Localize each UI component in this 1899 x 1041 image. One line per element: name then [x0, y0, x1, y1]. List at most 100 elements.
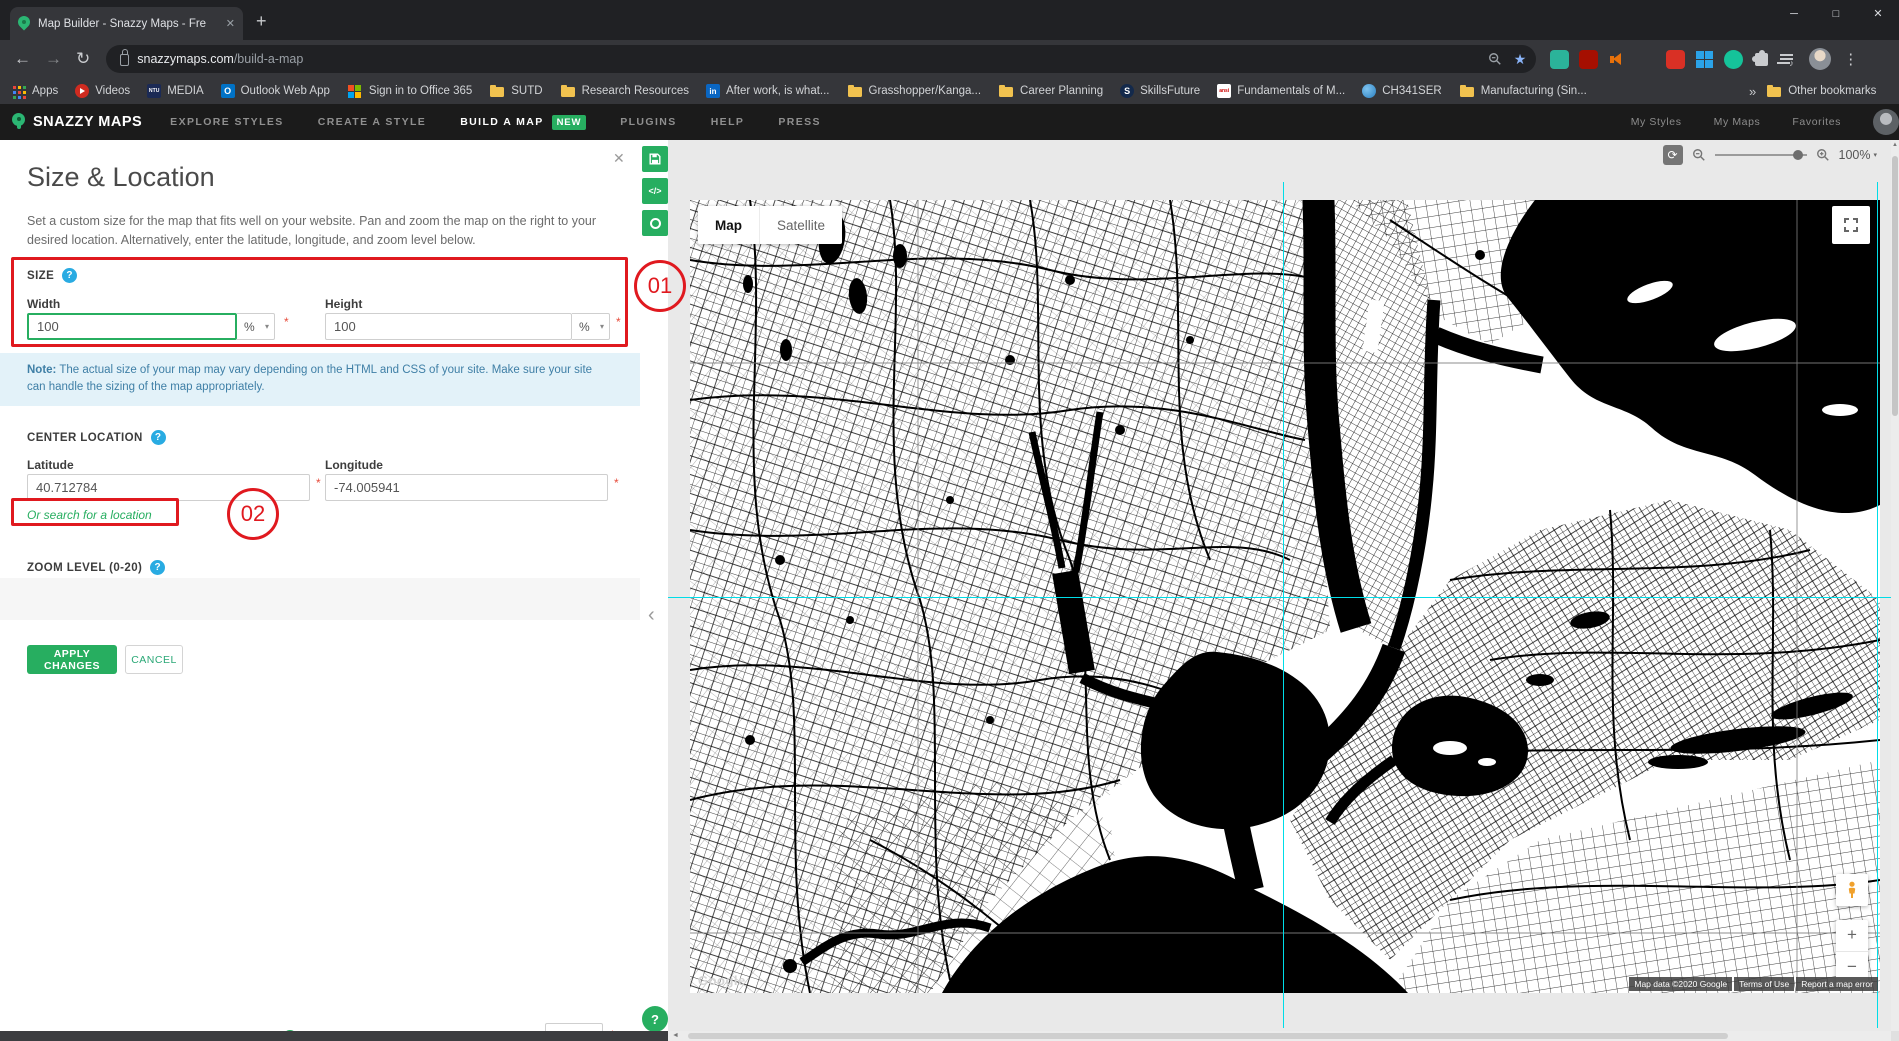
other-bookmarks-button[interactable]: Other bookmarks — [1766, 83, 1876, 99]
bookmark-item[interactable]: Career Planning — [998, 83, 1103, 99]
zoom-out-icon[interactable] — [1692, 148, 1706, 162]
url-path: /build-a-map — [233, 52, 304, 66]
maximize-button[interactable]: □ — [1815, 0, 1857, 30]
zoom-indicator-icon[interactable] — [1488, 52, 1502, 66]
extensions-puzzle-icon[interactable] — [1752, 49, 1769, 66]
bookmark-item[interactable]: Research Resources — [560, 83, 689, 99]
panel-close-icon[interactable]: ✕ — [613, 150, 625, 167]
note-label: Note: — [27, 364, 57, 376]
new-tab-button[interactable]: + — [256, 12, 267, 30]
browser-window: Map Builder - Snazzy Maps - Fre ✕ + ─ □ … — [0, 0, 1899, 1041]
bookmark-item[interactable]: Apps — [10, 83, 58, 99]
address-bar[interactable]: snazzymaps.com /build-a-map ★ — [106, 45, 1537, 73]
map-zoom-in-button[interactable]: + — [1836, 920, 1868, 952]
browser-tab[interactable]: Map Builder - Snazzy Maps - Fre ✕ — [10, 7, 243, 40]
bookmark-item[interactable]: CH341SER — [1362, 84, 1442, 98]
longitude-input[interactable] — [325, 474, 608, 501]
longitude-required-mark: * — [614, 476, 619, 490]
snazzy-pin-favicon-icon — [18, 16, 30, 32]
cancel-button[interactable]: CANCEL — [125, 645, 183, 674]
annotation-step-2: 02 — [227, 488, 279, 540]
center-help-icon[interactable]: ? — [150, 430, 166, 445]
get-code-button[interactable]: </> — [642, 178, 668, 204]
bookmark-item[interactable]: SkillsFuture — [1120, 84, 1200, 98]
map-hscrollbar-thumb[interactable] — [688, 1033, 1728, 1039]
bookmark-label: SUTD — [511, 85, 543, 97]
page-vscrollbar[interactable]: ▲ — [1891, 140, 1899, 1031]
scroll-left-icon[interactable]: ◄ — [672, 1032, 679, 1039]
grammarly-extension-icon[interactable] — [1724, 49, 1744, 69]
sublime-extension-icon[interactable] — [1666, 49, 1686, 69]
bookmark-item[interactable]: Outlook Web App — [220, 84, 330, 98]
windows-extension-icon[interactable] — [1695, 50, 1714, 69]
attribution-link-report-a-map-error[interactable]: Report a map error — [1796, 977, 1878, 991]
bookmark-item[interactable]: MEDIA — [147, 84, 204, 98]
apply-changes-button[interactable]: APPLY CHANGES — [27, 645, 117, 674]
nav-link-explore-styles[interactable]: EXPLORE STYLES — [170, 116, 284, 128]
tab-strip: Map Builder - Snazzy Maps - Fre ✕ + ─ □ … — [0, 0, 1899, 40]
nav-link-create-a-style[interactable]: CREATE A STYLE — [318, 116, 426, 128]
bookmark-item[interactable]: Grasshopper/Kanga... — [847, 83, 981, 99]
close-button[interactable]: ✕ — [1857, 0, 1899, 30]
save-map-button[interactable] — [642, 146, 668, 172]
speaker-extension-icon[interactable] — [1608, 50, 1627, 69]
pegman-button[interactable] — [1836, 874, 1868, 906]
lock-icon — [120, 49, 130, 66]
cross-extension-icon[interactable] — [1637, 50, 1656, 69]
nav-link-build-a-map[interactable]: BUILD A MAP NEW — [460, 114, 587, 130]
code-icon: </> — [648, 186, 662, 196]
tab-title: Map Builder - Snazzy Maps - Fre — [38, 17, 207, 30]
bookmarks-overflow-icon[interactable]: » — [1749, 84, 1756, 99]
bookmark-item[interactable]: After work, is what... — [705, 84, 830, 98]
bookmark-item[interactable]: Sign in to Office 365 — [347, 83, 472, 99]
center-heading-label: CENTER LOCATION — [27, 431, 143, 444]
page-vscrollbar-thumb[interactable] — [1892, 156, 1898, 416]
page-hscrollbar-thumb[interactable] — [0, 1031, 668, 1041]
nav-right-link-favorites[interactable]: Favorites — [1792, 116, 1841, 128]
nav-link-press[interactable]: PRESS — [778, 116, 821, 128]
nav-right-link-my-styles[interactable]: My Styles — [1631, 116, 1682, 128]
fullscreen-button[interactable] — [1832, 206, 1870, 244]
map-zoom-slider-handle[interactable] — [1792, 150, 1803, 160]
map-type-satellite-button[interactable]: Satellite — [759, 206, 842, 244]
map-zoom-slider[interactable] — [1714, 149, 1807, 161]
forward-icon[interactable]: → — [45, 49, 62, 69]
annotation-step-1: 01 — [634, 260, 686, 312]
help-fab-button[interactable]: ? — [642, 1006, 668, 1032]
nav-link-plugins[interactable]: PLUGINS — [620, 116, 676, 128]
bookmark-item[interactable]: Fundamentals of M... — [1217, 84, 1345, 98]
bookmark-item[interactable]: SUTD — [489, 83, 543, 99]
bookmark-item[interactable]: Videos — [75, 84, 130, 98]
dualless-extension-icon[interactable] — [1550, 49, 1570, 69]
zoom-percentage[interactable]: 100% ▾ — [1839, 148, 1878, 162]
back-icon[interactable]: ← — [14, 49, 31, 69]
preview-button[interactable] — [642, 210, 668, 236]
acrobat-extension-icon[interactable] — [1579, 49, 1599, 69]
linkedin-icon — [705, 84, 720, 98]
map-hscrollbar[interactable]: ◄ — [668, 1031, 1891, 1041]
collapse-panel-icon[interactable]: ‹ — [648, 604, 655, 627]
profile-avatar[interactable] — [1809, 48, 1832, 70]
bookmark-item[interactable]: Manufacturing (Sin... — [1459, 83, 1587, 99]
crosshair-horizontal-line — [668, 597, 1891, 598]
bookmark-star-icon[interactable]: ★ — [1514, 51, 1527, 68]
brand-logo[interactable]: SNAZZY MAPS — [0, 112, 142, 132]
zoom-help-icon[interactable]: ? — [150, 560, 166, 575]
browser-menu-icon[interactable]: ⋮ — [1843, 50, 1858, 68]
refresh-map-icon[interactable]: ⟳ — [1662, 145, 1683, 165]
minimize-button[interactable]: ─ — [1773, 0, 1815, 30]
nav-link-label: EXPLORE STYLES — [170, 116, 284, 128]
zoom-in-icon[interactable] — [1816, 148, 1830, 162]
scroll-up-icon[interactable]: ▲ — [1892, 142, 1898, 148]
folder-icon — [1766, 83, 1782, 99]
user-avatar[interactable] — [1873, 109, 1899, 135]
scrollbar-corner — [1891, 1031, 1899, 1041]
tab-close-icon[interactable]: ✕ — [226, 17, 235, 30]
map-type-map-button[interactable]: Map — [698, 206, 759, 244]
nav-link-help[interactable]: HELP — [711, 116, 745, 128]
attribution-link-terms-of-use[interactable]: Terms of Use — [1734, 977, 1795, 991]
bookmark-label: Research Resources — [581, 85, 689, 97]
nav-right-link-my-maps[interactable]: My Maps — [1714, 116, 1761, 128]
reload-icon[interactable]: ↻ — [76, 49, 90, 69]
playlist-icon[interactable] — [1780, 54, 1794, 68]
